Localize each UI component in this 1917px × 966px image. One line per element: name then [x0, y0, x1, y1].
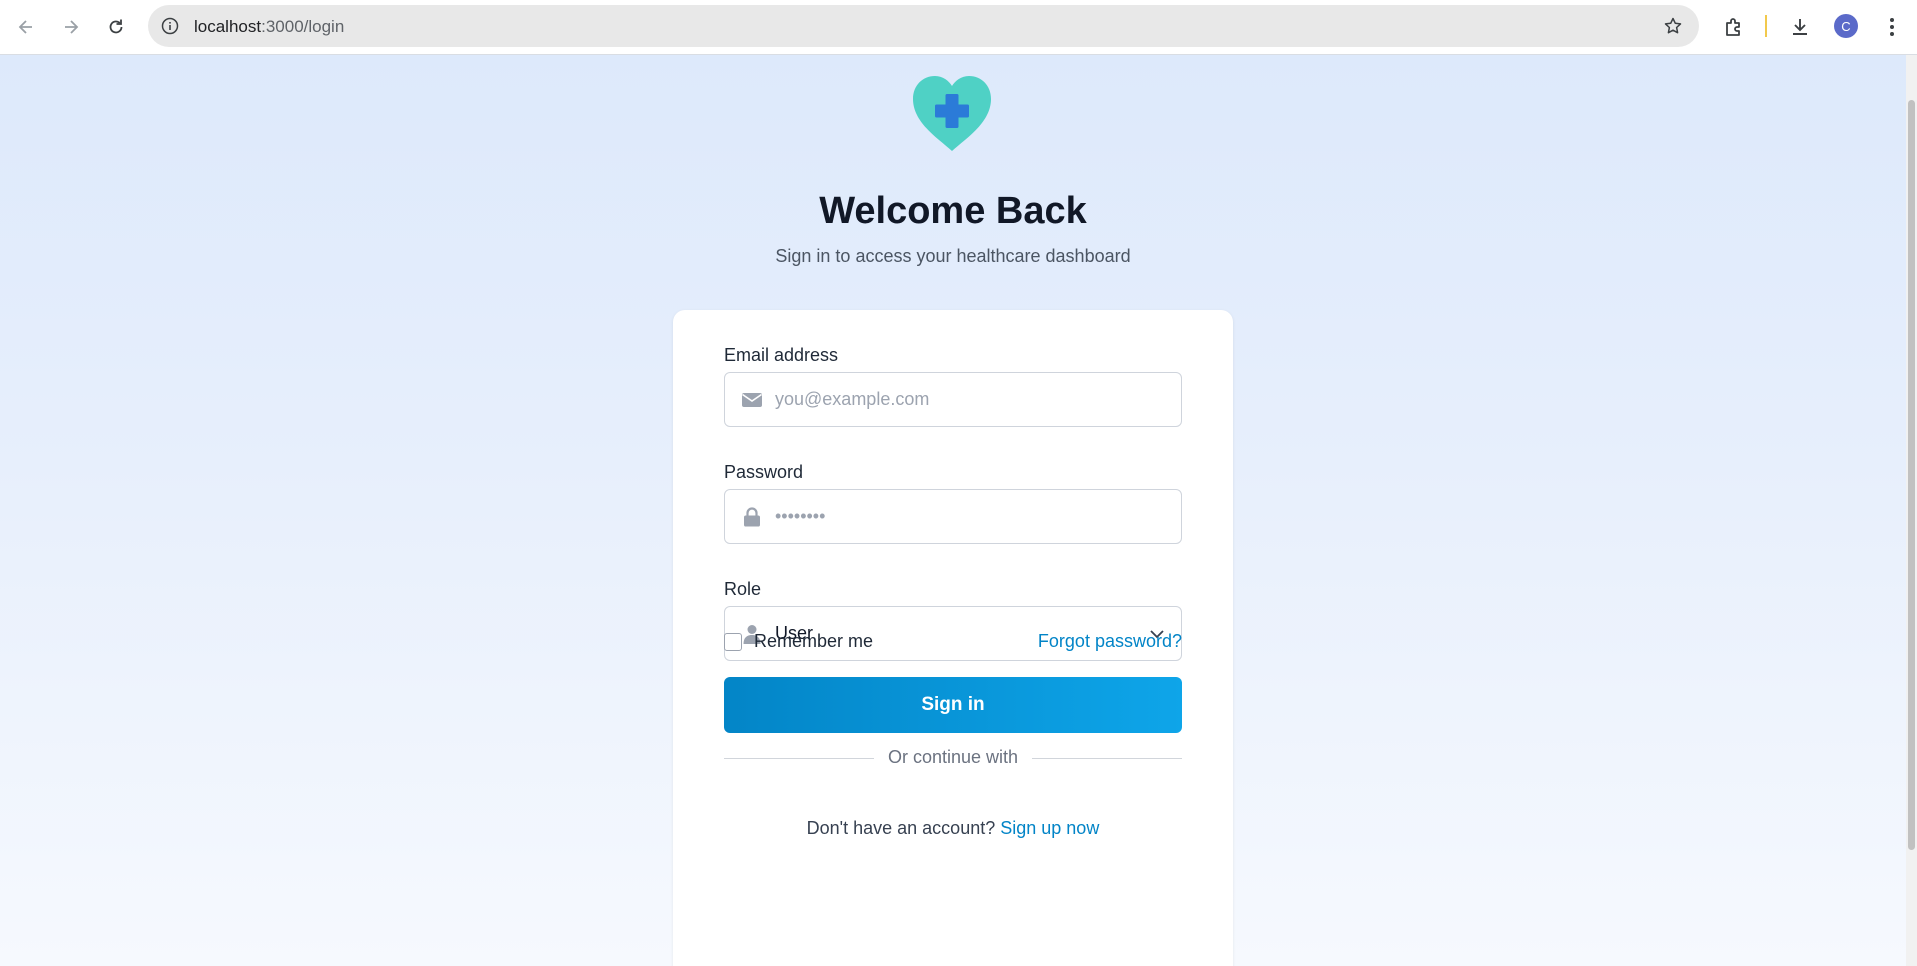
forward-button[interactable] [55, 11, 87, 43]
email-input[interactable] [775, 373, 1165, 426]
site-info-icon[interactable] [158, 14, 182, 38]
signup-prompt: Don't have an account? [806, 818, 996, 838]
scrollbar-thumb[interactable] [1908, 100, 1915, 850]
browser-menu-icon[interactable] [1877, 12, 1907, 42]
profile-avatar[interactable]: C [1834, 14, 1858, 38]
lock-icon [741, 506, 763, 528]
continue-with-divider: Or continue with [724, 746, 1182, 770]
back-button[interactable] [10, 11, 42, 43]
reload-button[interactable] [100, 11, 132, 43]
envelope-icon [741, 389, 763, 411]
url-path: :3000/login [261, 17, 345, 36]
extensions-puzzle-icon[interactable] [1719, 12, 1749, 42]
email-label: Email address [724, 345, 839, 365]
divider-label: Or continue with [877, 747, 1029, 767]
login-card: Email address Password Role User [673, 310, 1233, 966]
download-icon[interactable] [1785, 12, 1815, 42]
browser-toolbar: localhost:3000/login C [0, 0, 1917, 55]
page-title: Welcome Back [819, 190, 1087, 232]
password-input[interactable] [775, 490, 1165, 543]
password-label: Password [724, 462, 804, 482]
page-scrollbar[interactable] [1906, 55, 1917, 966]
bookmark-star-icon[interactable] [1661, 14, 1685, 38]
role-label: Role [724, 579, 762, 599]
page-subtitle: Sign in to access your healthcare dashbo… [775, 246, 1131, 266]
signup-prompt-row: Don't have an account? Sign up now [673, 818, 1233, 839]
sign-up-link[interactable]: Sign up now [1000, 818, 1099, 838]
remember-me-label: Remember me [754, 631, 874, 651]
login-page: Welcome Back Sign in to access your heal… [0, 55, 1906, 966]
email-field[interactable] [724, 372, 1182, 427]
reload-icon [109, 19, 123, 34]
forgot-password-link[interactable]: Forgot password? [1038, 631, 1182, 652]
password-field[interactable] [724, 489, 1182, 544]
address-bar[interactable]: localhost:3000/login [148, 5, 1699, 47]
remember-me-checkbox[interactable] [724, 632, 742, 651]
sign-in-button[interactable]: Sign in [724, 677, 1182, 733]
url-text: localhost:3000/login [194, 17, 344, 37]
back-arrow-icon [18, 20, 32, 34]
remember-me[interactable]: Remember me [724, 631, 873, 652]
heart-medical-cross-logo [913, 76, 991, 151]
url-host: localhost [194, 17, 262, 36]
forward-arrow-icon [65, 20, 79, 34]
toolbar-divider [1765, 15, 1767, 37]
